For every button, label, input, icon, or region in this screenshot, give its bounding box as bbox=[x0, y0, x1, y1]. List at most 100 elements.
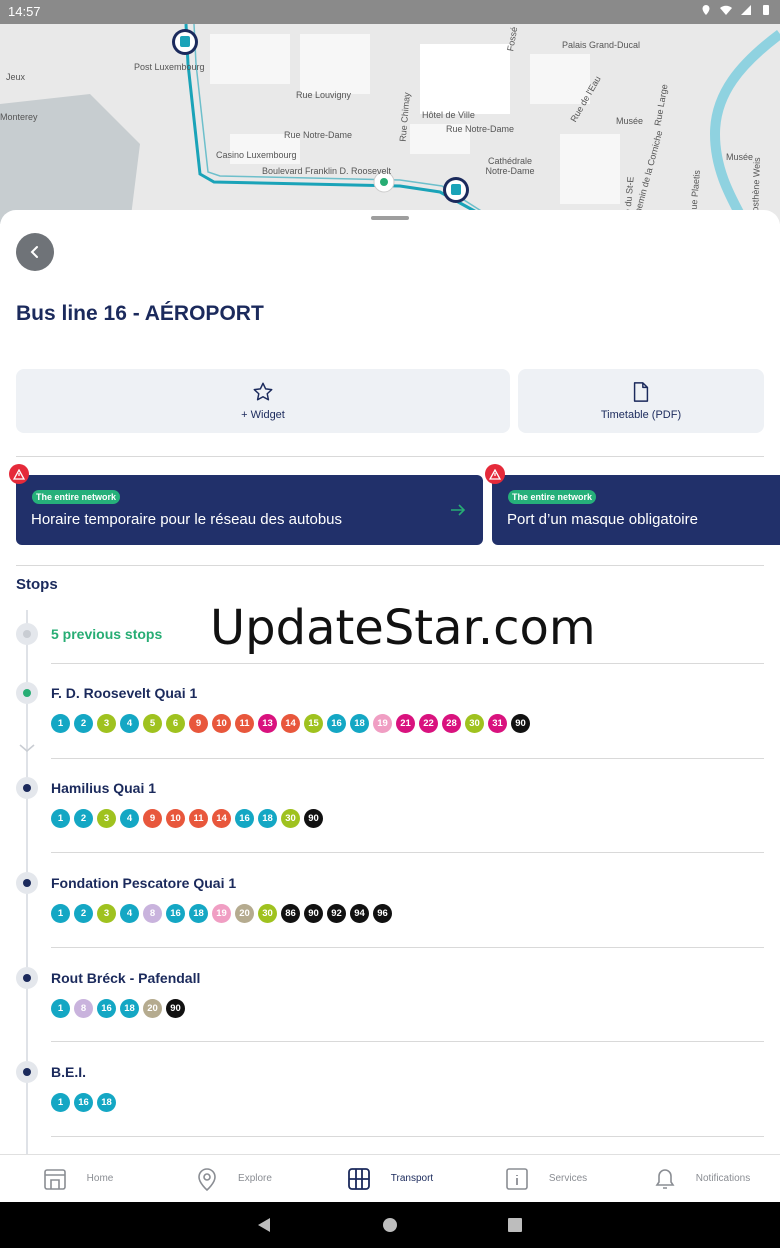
line-chip-8[interactable]: 8 bbox=[143, 904, 162, 923]
info-icon bbox=[506, 1167, 528, 1190]
nav-notifications[interactable]: Notifications bbox=[624, 1155, 780, 1202]
line-chip-94[interactable]: 94 bbox=[350, 904, 369, 923]
line-chip-19[interactable]: 19 bbox=[212, 904, 231, 923]
signal-icon bbox=[741, 5, 751, 15]
previous-stop-dot bbox=[16, 623, 38, 645]
line-chip-90[interactable]: 90 bbox=[304, 809, 323, 828]
wifi-icon bbox=[720, 5, 732, 15]
map-label: Rue Notre-Dame bbox=[284, 130, 353, 140]
line-chip-2[interactable]: 2 bbox=[74, 809, 93, 828]
nav-home[interactable]: Home bbox=[0, 1155, 156, 1202]
line-chip-16[interactable]: 16 bbox=[166, 904, 185, 923]
network-badge: The entire network bbox=[32, 490, 121, 504]
line-chip-15[interactable]: 15 bbox=[304, 714, 323, 733]
previous-stops-link[interactable]: 5 previous stops bbox=[51, 626, 162, 642]
line-chip-1[interactable]: 1 bbox=[51, 1093, 70, 1112]
system-recents-icon[interactable] bbox=[508, 1218, 522, 1232]
line-chip-18[interactable]: 18 bbox=[97, 1093, 116, 1112]
line-chip-10[interactable]: 10 bbox=[212, 714, 231, 733]
nav-explore[interactable]: Explore bbox=[156, 1155, 312, 1202]
line-chip-96[interactable]: 96 bbox=[373, 904, 392, 923]
line-chip-14[interactable]: 14 bbox=[212, 809, 231, 828]
line-chip-9[interactable]: 9 bbox=[189, 714, 208, 733]
line-chip-1[interactable]: 1 bbox=[51, 904, 70, 923]
line-chip-86[interactable]: 86 bbox=[281, 904, 300, 923]
line-chip-18[interactable]: 18 bbox=[258, 809, 277, 828]
add-widget-button[interactable]: + Widget bbox=[16, 369, 510, 433]
line-chip-4[interactable]: 4 bbox=[120, 809, 139, 828]
line-chip-18[interactable]: 18 bbox=[189, 904, 208, 923]
alert-text: Horaire temporaire pour le réseau des au… bbox=[31, 511, 343, 528]
stop-name: F. D. Roosevelt Quai 1 bbox=[51, 685, 198, 701]
timetable-pdf-button[interactable]: Timetable (PDF) bbox=[518, 369, 764, 433]
status-time: 14:57 bbox=[8, 4, 41, 19]
line-chip-3[interactable]: 3 bbox=[97, 809, 116, 828]
line-chip-1[interactable]: 1 bbox=[51, 999, 70, 1018]
nav-transport[interactable]: Transport bbox=[312, 1155, 468, 1202]
line-chips: 1 2 3 4 9 10 11 14 16 18 30 90 bbox=[51, 809, 323, 828]
home-icon bbox=[43, 1168, 66, 1190]
divider bbox=[51, 947, 764, 948]
line-chip-5[interactable]: 5 bbox=[143, 714, 162, 733]
line-chip-18[interactable]: 18 bbox=[350, 714, 369, 733]
system-back-icon[interactable] bbox=[256, 1217, 272, 1233]
line-chip-6[interactable]: 6 bbox=[166, 714, 185, 733]
line-chip-3[interactable]: 3 bbox=[97, 904, 116, 923]
line-chip-9[interactable]: 9 bbox=[143, 809, 162, 828]
system-home-icon[interactable] bbox=[382, 1217, 398, 1233]
line-chip-90[interactable]: 90 bbox=[166, 999, 185, 1018]
line-chip-4[interactable]: 4 bbox=[120, 904, 139, 923]
line-chip-3[interactable]: 3 bbox=[97, 714, 116, 733]
network-badge: The entire network bbox=[508, 490, 597, 504]
line-chip-14[interactable]: 14 bbox=[281, 714, 300, 733]
line-chip-90[interactable]: 90 bbox=[511, 714, 530, 733]
alert-card[interactable]: The entire network Port d’un masque obli… bbox=[492, 475, 780, 545]
map-label: Rue Notre-Dame bbox=[446, 124, 515, 134]
nav-label: Services bbox=[548, 1173, 588, 1184]
line-chip-1[interactable]: 1 bbox=[51, 809, 70, 828]
line-chip-19[interactable]: 19 bbox=[373, 714, 392, 733]
line-chips: 1 2 3 4 8 16 18 19 20 30 86 90 92 94 96 bbox=[51, 904, 392, 923]
line-chip-20[interactable]: 20 bbox=[143, 999, 162, 1018]
stop-name: Hamilius Quai 1 bbox=[51, 780, 157, 796]
line-chip-30[interactable]: 30 bbox=[465, 714, 484, 733]
map-label: Cathédrale Notre-Dame bbox=[485, 156, 535, 176]
map-label: Boulevard Franklin D. Roosevelt bbox=[262, 166, 392, 176]
line-chip-4[interactable]: 4 bbox=[120, 714, 139, 733]
line-chip-13[interactable]: 13 bbox=[258, 714, 277, 733]
line-chip-90[interactable]: 90 bbox=[304, 904, 323, 923]
line-chip-22[interactable]: 22 bbox=[419, 714, 438, 733]
line-chip-8[interactable]: 8 bbox=[74, 999, 93, 1018]
route-map[interactable]: Post Luxembourg Rue Louvigny Rue Notre-D… bbox=[0, 24, 780, 224]
timetable-label: Timetable (PDF) bbox=[600, 409, 682, 421]
line-chip-30[interactable]: 30 bbox=[281, 809, 300, 828]
line-chips: 1 16 18 bbox=[51, 1093, 116, 1112]
line-chip-10[interactable]: 10 bbox=[166, 809, 185, 828]
line-chip-2[interactable]: 2 bbox=[74, 904, 93, 923]
line-chip-16[interactable]: 16 bbox=[97, 999, 116, 1018]
line-chip-21[interactable]: 21 bbox=[396, 714, 415, 733]
line-chip-28[interactable]: 28 bbox=[442, 714, 461, 733]
line-chip-18[interactable]: 18 bbox=[120, 999, 139, 1018]
alert-card[interactable]: The entire network Horaire temporaire po… bbox=[16, 475, 483, 545]
drag-handle[interactable] bbox=[371, 216, 409, 220]
line-chip-2[interactable]: 2 bbox=[74, 714, 93, 733]
line-chip-11[interactable]: 11 bbox=[189, 809, 208, 828]
line-chip-30[interactable]: 30 bbox=[258, 904, 277, 923]
map-graphic bbox=[0, 24, 780, 224]
line-chip-20[interactable]: 20 bbox=[235, 904, 254, 923]
screen: 14:57 Post Luxembourg Rue Louvigny Rue N… bbox=[0, 0, 780, 1248]
line-chip-16[interactable]: 16 bbox=[327, 714, 346, 733]
nav-services[interactable]: Services bbox=[468, 1155, 624, 1202]
back-button[interactable] bbox=[16, 233, 54, 271]
map-label: Post Luxembourg bbox=[134, 62, 205, 72]
line-chip-16[interactable]: 16 bbox=[235, 809, 254, 828]
line-chip-16[interactable]: 16 bbox=[74, 1093, 93, 1112]
map-label: Palais Grand-Ducal bbox=[562, 40, 641, 50]
line-chip-31[interactable]: 31 bbox=[488, 714, 507, 733]
divider bbox=[51, 758, 764, 759]
page-title: Bus line 16 - AÉROPORT bbox=[16, 302, 264, 325]
line-chip-92[interactable]: 92 bbox=[327, 904, 346, 923]
line-chip-11[interactable]: 11 bbox=[235, 714, 254, 733]
line-chip-1[interactable]: 1 bbox=[51, 714, 70, 733]
